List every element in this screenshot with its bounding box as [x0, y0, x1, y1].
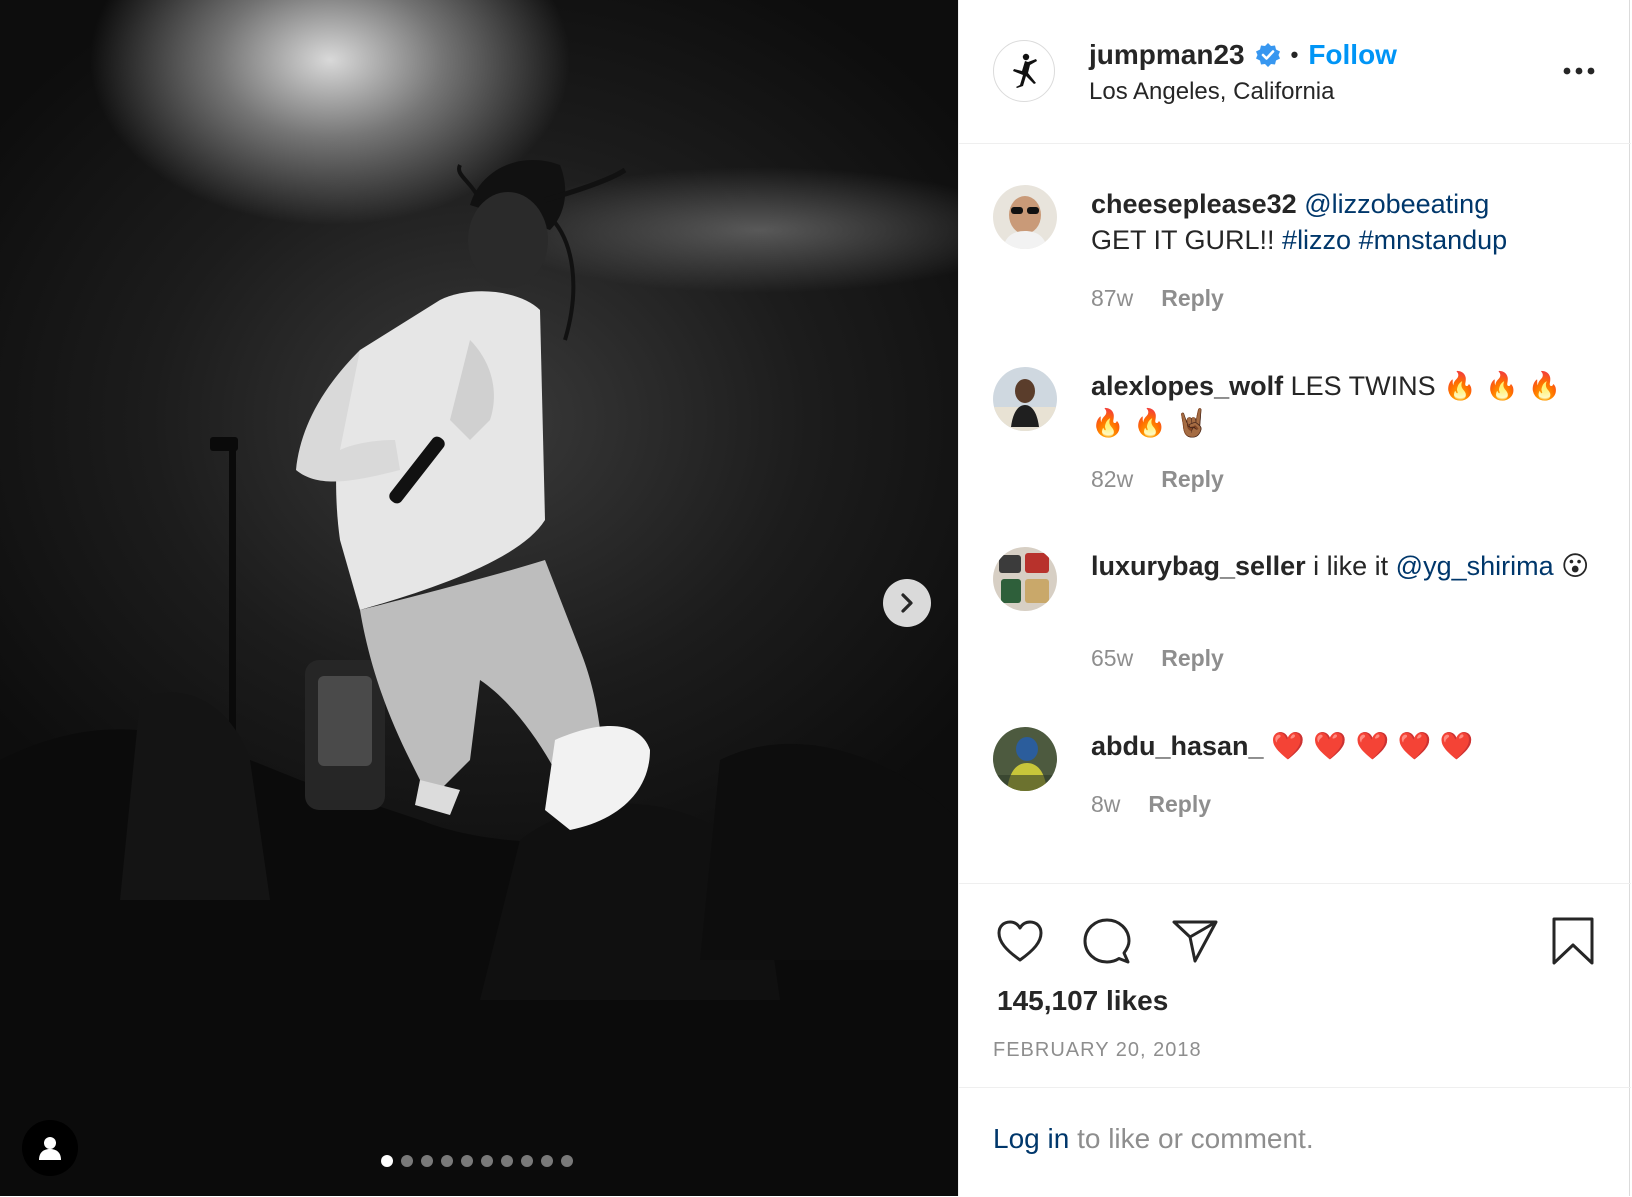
post-photo[interactable] [0, 0, 958, 1196]
post-date[interactable]: FEBRUARY 20, 2018 [993, 1039, 1202, 1062]
comment-hashtag[interactable]: #lizzo [1282, 225, 1351, 255]
comment-list: cheeseplease32 @lizzobeeating GET IT GUR… [959, 144, 1631, 882]
comment-hashtag[interactable]: #mnstandup [1359, 225, 1508, 255]
carousel-dot [541, 1155, 553, 1167]
comment-space [1351, 225, 1359, 255]
comment-message: GET IT GURL!! [1091, 225, 1283, 255]
header-separator: • [1290, 42, 1299, 67]
reply-button[interactable]: Reply [1161, 645, 1224, 672]
post-actions: 145,107 likes FEBRUARY 20, 2018 [959, 883, 1631, 1087]
avatar-photo [993, 185, 1057, 249]
jumpman-logo-icon [1013, 53, 1037, 88]
concert-scene-image [0, 159, 958, 1196]
carousel-dot [381, 1155, 393, 1167]
comment-age: 8w [1091, 791, 1121, 817]
comment-username[interactable]: alexlopes_wolf [1091, 371, 1283, 401]
login-prompt: Log in to like or comment. [959, 1087, 1631, 1197]
heart-icon [997, 920, 1043, 962]
like-button[interactable] [994, 915, 1046, 967]
carousel-dot [441, 1155, 453, 1167]
save-button[interactable] [1547, 915, 1599, 967]
comment-emoji: 😮 [1561, 551, 1590, 582]
bookmark-icon [1552, 917, 1594, 965]
author-avatar[interactable] [993, 40, 1055, 102]
comment-text: cheeseplease32 @lizzobeeating GET IT GUR… [1091, 186, 1591, 258]
chevron-right-icon [901, 593, 913, 613]
comment-message: LES TWINS [1290, 371, 1444, 401]
carousel-indicator [381, 1155, 573, 1167]
carousel-dot [521, 1155, 533, 1167]
follow-button[interactable]: Follow [1308, 39, 1397, 71]
more-options-button[interactable] [1559, 57, 1599, 85]
author-username[interactable]: jumpman23 [1089, 39, 1245, 71]
carousel-dot [501, 1155, 513, 1167]
comment-meta: 8w Reply [1091, 791, 1211, 818]
likes-count[interactable]: 145,107 likes [997, 985, 1168, 1017]
comment-text: alexlopes_wolf LES TWINS 🔥 🔥 🔥 🔥 🔥 🤘🏾 [1091, 368, 1591, 442]
commenter-avatar[interactable] [993, 185, 1057, 249]
comment-age: 65w [1091, 645, 1134, 671]
login-text: Log in to like or comment. [993, 1123, 1314, 1155]
reply-button[interactable]: Reply [1148, 791, 1211, 818]
comment-username[interactable]: luxurybag_seller [1091, 551, 1306, 581]
share-button[interactable] [1169, 915, 1221, 967]
comment-text: abdu_hasan_ ❤️ ❤️ ❤️ ❤️ ❤️ [1091, 728, 1591, 765]
post-location[interactable]: Los Angeles, California [1089, 78, 1334, 106]
verified-badge-icon [1255, 43, 1280, 67]
post-side-panel: jumpman23 • Follow Los Angeles, Californ… [958, 0, 1631, 1197]
login-rest: to like or comment. [1069, 1123, 1314, 1154]
comment-text: luxurybag_seller i like it @yg_shirima 😮 [1091, 548, 1591, 585]
carousel-dot [461, 1155, 473, 1167]
avatar-photo [993, 547, 1057, 611]
comment-meta: 65w Reply [1091, 645, 1224, 672]
more-dots-icon [1563, 67, 1595, 75]
person-icon [39, 1137, 61, 1160]
comment-meta: 87w Reply [1091, 285, 1224, 312]
comment-space [1554, 551, 1562, 581]
login-link[interactable]: Log in [993, 1123, 1069, 1154]
carousel-dot [401, 1155, 413, 1167]
reply-button[interactable]: Reply [1161, 285, 1224, 312]
carousel-dot [481, 1155, 493, 1167]
paper-plane-icon [1172, 920, 1218, 963]
comment-button[interactable] [1081, 915, 1133, 967]
avatar-photo [993, 367, 1057, 431]
commenter-avatar[interactable] [993, 367, 1057, 431]
comment-emoji: ❤️ ❤️ ❤️ ❤️ ❤️ [1271, 731, 1474, 762]
carousel-dot [561, 1155, 573, 1167]
commenter-avatar[interactable] [993, 727, 1057, 791]
comment-age: 87w [1091, 285, 1134, 311]
author-line: jumpman23 • Follow [1089, 39, 1397, 71]
avatar-photo [993, 727, 1057, 791]
carousel-dot [421, 1155, 433, 1167]
reply-button[interactable]: Reply [1161, 466, 1224, 493]
comment-message: i like it [1313, 551, 1396, 581]
next-slide-button[interactable] [883, 579, 931, 627]
comment-username[interactable]: abdu_hasan_ [1091, 731, 1264, 761]
commenter-avatar[interactable] [993, 547, 1057, 611]
comment-age: 82w [1091, 466, 1134, 492]
speech-bubble-icon [1083, 918, 1131, 964]
comment-mention[interactable]: @lizzobeeating [1304, 189, 1489, 219]
post-header: jumpman23 • Follow Los Angeles, Californ… [959, 0, 1631, 144]
comment-username[interactable]: cheeseplease32 [1091, 189, 1297, 219]
comment-mention[interactable]: @yg_shirima [1396, 551, 1554, 581]
tagged-users-button[interactable] [22, 1120, 78, 1176]
comment-meta: 82w Reply [1091, 466, 1224, 493]
